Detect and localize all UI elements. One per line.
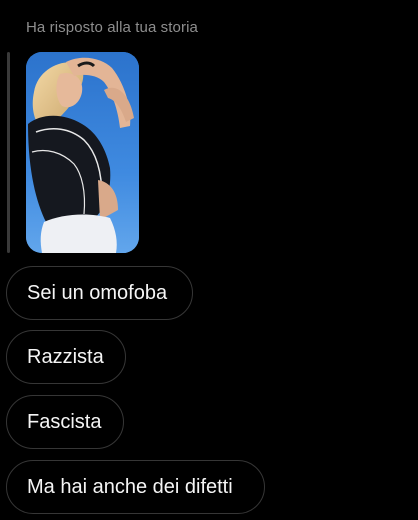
story-quote-bar: [7, 52, 10, 253]
message-text: Ma hai anche dei difetti: [27, 475, 233, 498]
message-bubble[interactable]: Fascista: [6, 395, 124, 449]
story-photo: [26, 52, 139, 253]
message-bubble[interactable]: Razzista: [6, 330, 126, 384]
message-text: Razzista: [27, 345, 104, 368]
message-text: Fascista: [27, 410, 102, 433]
story-reply-label: Ha risposto alla tua storia: [26, 19, 198, 36]
story-thumbnail[interactable]: [26, 52, 139, 253]
message-bubble[interactable]: Sei un omofoba: [6, 266, 193, 320]
message-text: Sei un omofoba: [27, 281, 168, 304]
message-bubble[interactable]: Ma hai anche dei difetti: [6, 460, 265, 514]
